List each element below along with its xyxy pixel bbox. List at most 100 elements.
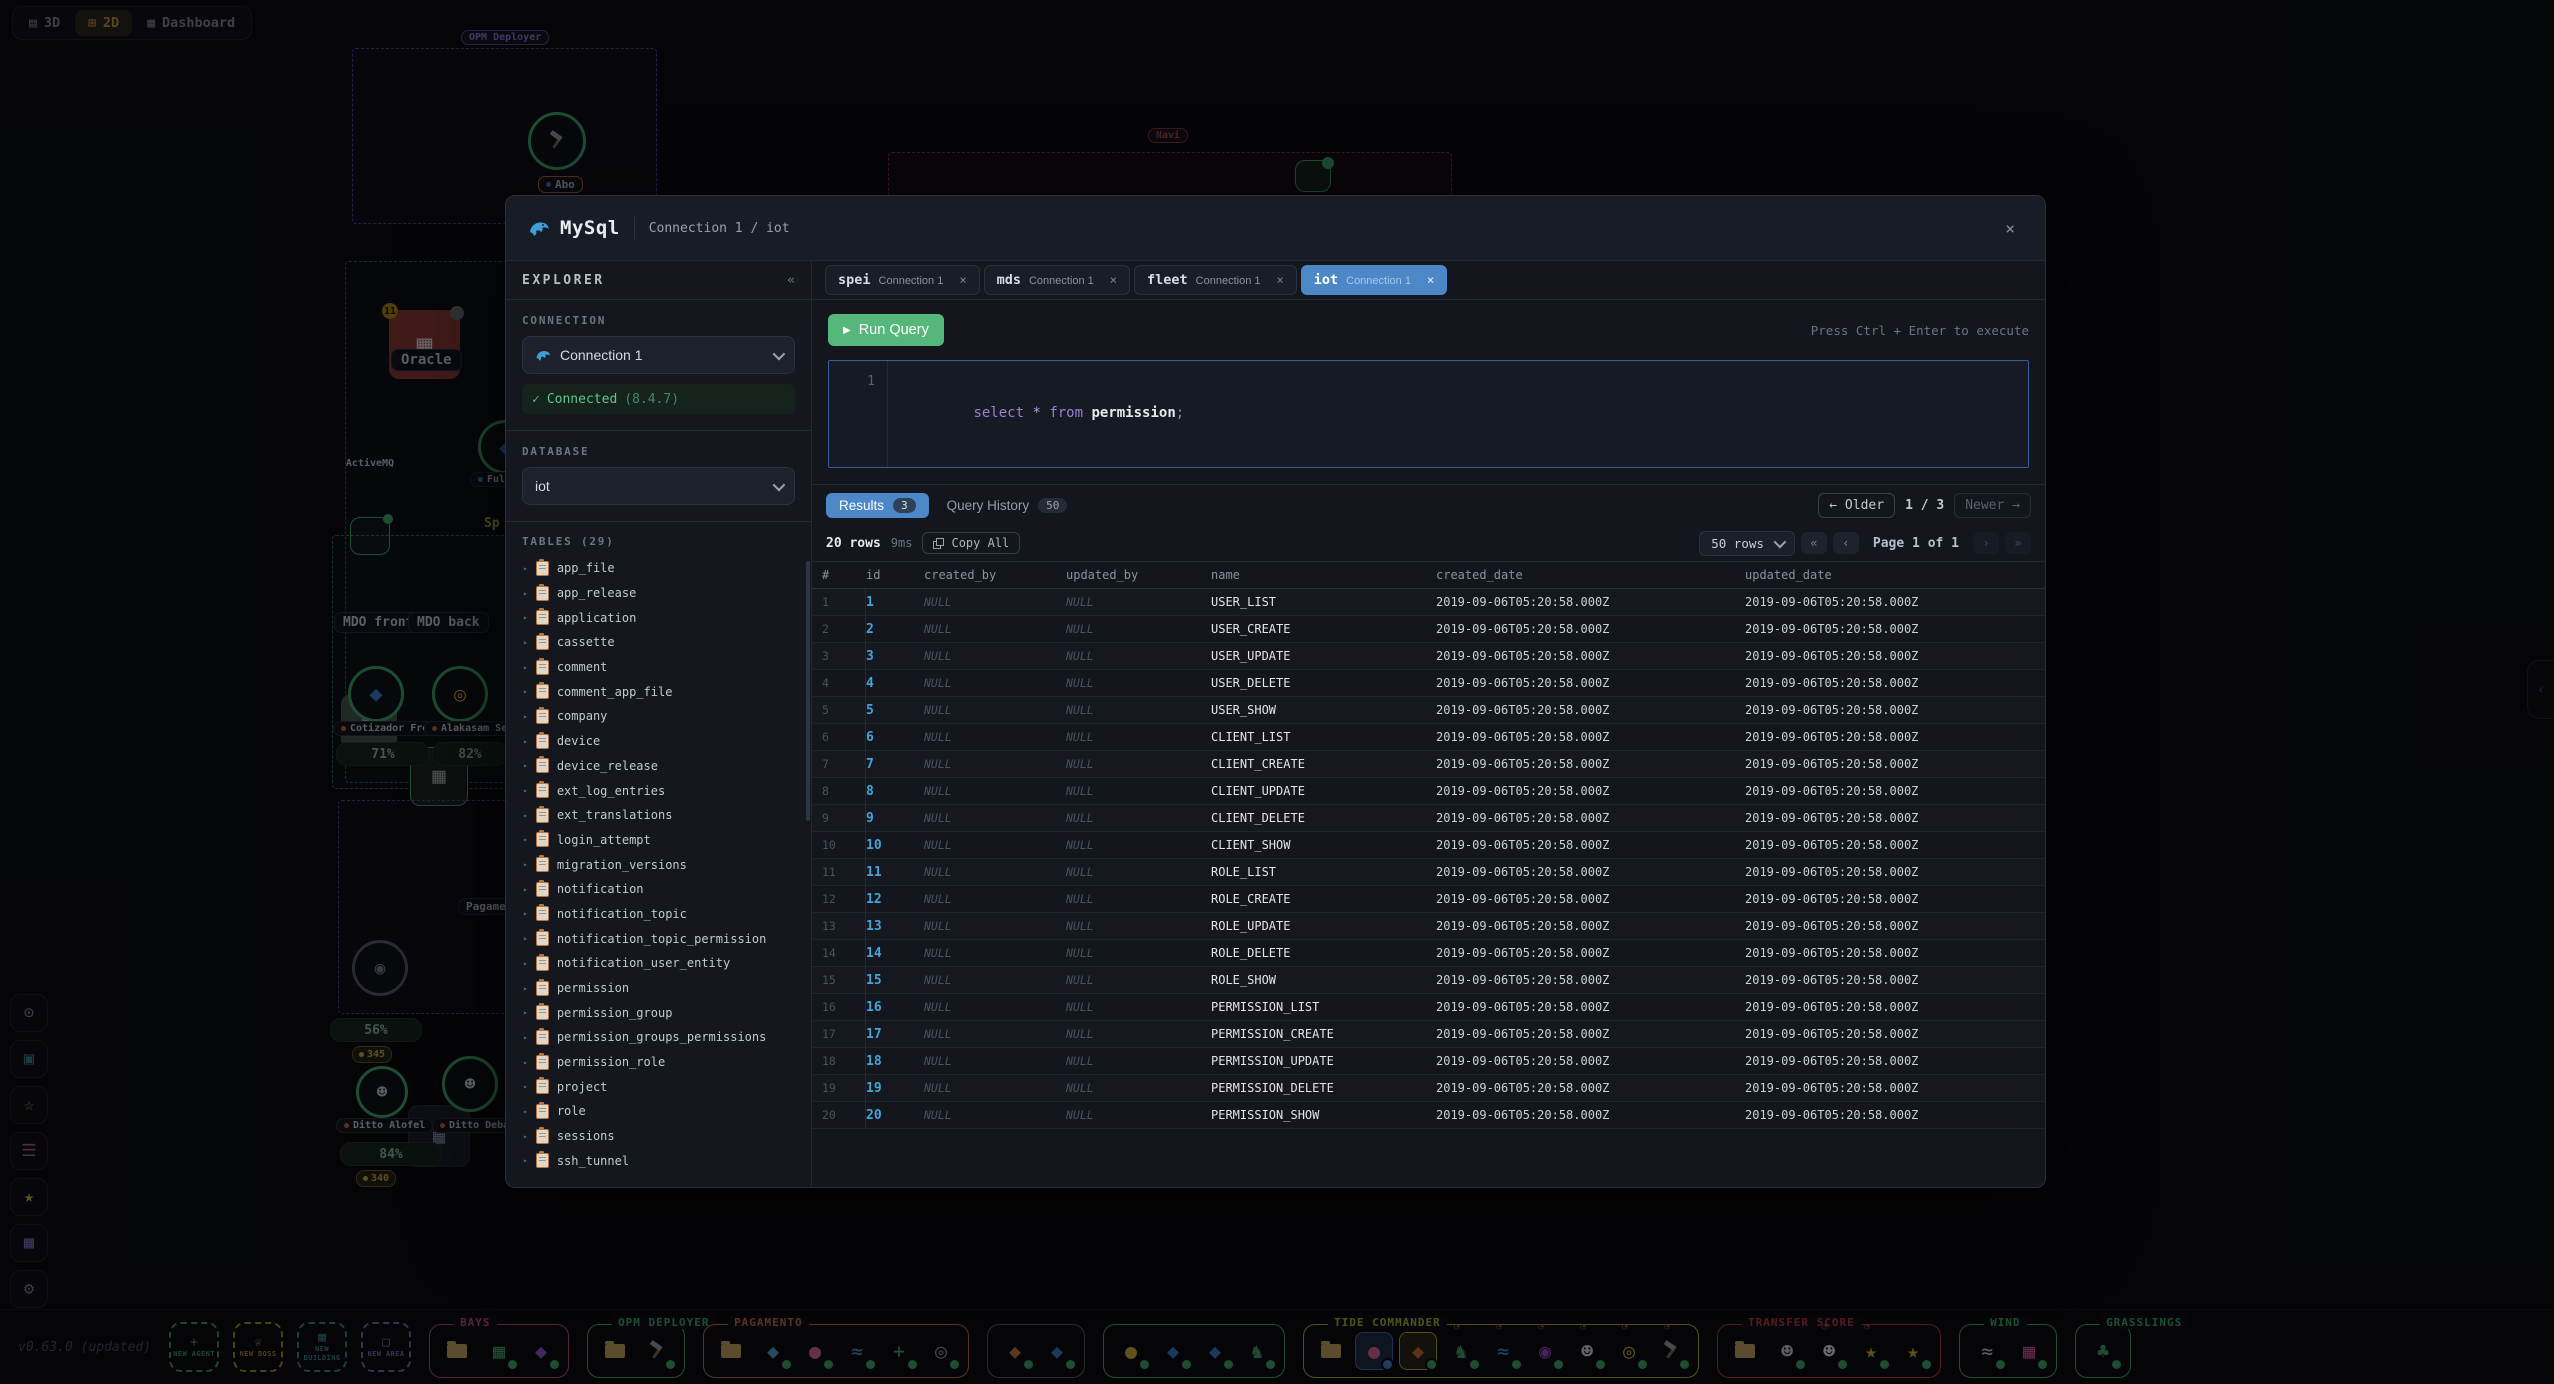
caret-right-icon[interactable]: ▸	[523, 712, 528, 721]
caret-right-icon[interactable]: ▸	[523, 1107, 528, 1116]
database-select[interactable]: iot	[522, 467, 795, 505]
taskbar-tile-module-icon[interactable]: ▦	[481, 1333, 517, 1369]
last-page-button[interactable]: »	[2005, 532, 2031, 554]
new-entity-button[interactable]: + NEW AGENT	[169, 1322, 219, 1372]
new-entity-button[interactable]: ♕ NEW BOSS	[233, 1322, 283, 1372]
close-tab-icon[interactable]: ×	[1110, 273, 1117, 287]
taskbar-tile-candy-icon[interactable]: ●	[1355, 1332, 1393, 1370]
caret-right-icon[interactable]: ▸	[523, 1082, 528, 1091]
caret-right-icon[interactable]: ▸	[523, 811, 528, 820]
strip-button[interactable]: ☰	[10, 1132, 48, 1170]
caret-right-icon[interactable]: ▸	[523, 589, 528, 598]
table-list-item[interactable]: ▸ notification_topic_permission	[506, 926, 811, 951]
caret-right-icon[interactable]: ▸	[523, 934, 528, 943]
query-history-tab[interactable]: Query History 50	[947, 498, 1068, 513]
taskbar-tile-folder-icon[interactable]	[713, 1333, 749, 1369]
table-list-item[interactable]: ▸ ext_log_entries	[506, 778, 811, 803]
taskbar-tile-folder-icon[interactable]	[439, 1333, 475, 1369]
view-2d-button[interactable]: ⊞ 2D	[75, 10, 132, 36]
taskbar-tile-magnifier-icon[interactable]: ◎	[923, 1333, 959, 1369]
first-page-button[interactable]: «	[1801, 532, 1827, 554]
taskbar-tile-folder-icon[interactable]	[1313, 1333, 1349, 1369]
table-list-item[interactable]: ▸ login_attempt	[506, 828, 811, 853]
page-size-select[interactable]: 50 rows	[1699, 531, 1795, 556]
caret-right-icon[interactable]: ▸	[523, 860, 528, 869]
strip-button[interactable]: ⚙	[10, 1270, 48, 1308]
table-list-item[interactable]: ▸ permission_role	[506, 1050, 811, 1075]
taskbar-tile-star-icon[interactable]: ★	[1895, 1333, 1931, 1369]
caret-right-icon[interactable]: ▸	[523, 909, 528, 918]
taskbar-tile-wind-icon[interactable]: ≈	[1969, 1333, 2005, 1369]
query-tab[interactable]: iot Connection 1 ×	[1301, 265, 1447, 295]
strip-button[interactable]: ☆	[10, 1086, 48, 1124]
taskbar-tile-diamond-icon[interactable]: ◆	[1039, 1333, 1075, 1369]
taskbar-tile-panda-icon[interactable]: ☻	[1769, 1333, 1805, 1369]
taskbar-tile-pink-module-icon[interactable]: ▦	[2011, 1333, 2047, 1369]
newer-button[interactable]: Newer →	[1954, 493, 2031, 518]
dashboard-button[interactable]: ▦ Dashboard	[134, 10, 248, 36]
taskbar-tile-grass-icon[interactable]: ♣	[2085, 1333, 2121, 1369]
sidebar-scrollbar[interactable]	[806, 561, 810, 821]
caret-right-icon[interactable]: ▸	[523, 959, 528, 968]
caret-right-icon[interactable]: ▸	[523, 1132, 528, 1141]
table-list-item[interactable]: ▸ sessions	[506, 1124, 811, 1149]
taskbar-tile-coin-icon[interactable]: ●	[1113, 1333, 1149, 1369]
table-list-item[interactable]: ▸ permission_group	[506, 1000, 811, 1025]
close-tab-icon[interactable]: ×	[1277, 273, 1284, 287]
taskbar-tile-monocle-icon[interactable]: ◎◔	[1611, 1333, 1647, 1369]
caret-right-icon[interactable]: ▸	[523, 613, 528, 622]
caret-right-icon[interactable]: ▸	[523, 737, 528, 746]
taskbar-tile-dragon-icon[interactable]: ♞◔	[1443, 1333, 1479, 1369]
strip-button[interactable]: ▦	[10, 1224, 48, 1262]
taskbar-tile-flower-icon[interactable]: ●	[797, 1333, 833, 1369]
taskbar-tile-wave-icon[interactable]: ≈◔	[1485, 1333, 1521, 1369]
run-query-button[interactable]: ▶ Run Query	[828, 314, 944, 346]
table-list-item[interactable]: ▸ migration_versions	[506, 852, 811, 877]
panel-collapse-handle[interactable]: ‹	[2527, 660, 2554, 719]
new-entity-button[interactable]: ▦ NEW BUILDING	[297, 1322, 347, 1372]
taskbar-tile-folder-icon[interactable]	[597, 1333, 633, 1369]
taskbar-tile-folder-icon[interactable]	[1727, 1333, 1763, 1369]
taskbar-tile-ghost-icon[interactable]: ☻◔	[1569, 1333, 1605, 1369]
table-list-item[interactable]: ▸ permission_groups_permissions	[506, 1025, 811, 1050]
copy-all-button[interactable]: Copy All	[922, 532, 1020, 554]
collapse-sidebar-icon[interactable]: «	[787, 273, 795, 288]
table-list-item[interactable]: ▸ project	[506, 1074, 811, 1099]
table-list-item[interactable]: ▸ company	[506, 704, 811, 729]
taskbar-tile-wave-icon[interactable]: ≈	[839, 1333, 875, 1369]
caret-right-icon[interactable]: ▸	[523, 687, 528, 696]
new-entity-button[interactable]: □ NEW AREA	[361, 1322, 411, 1372]
table-list-item[interactable]: ▸ comment	[506, 655, 811, 680]
caret-right-icon[interactable]: ▸	[523, 663, 528, 672]
table-list-item[interactable]: ▸ permission	[506, 976, 811, 1001]
taskbar-tile-diamond-icon[interactable]: ◆	[1155, 1333, 1191, 1369]
table-list-item[interactable]: ▸ notification_user_entity	[506, 951, 811, 976]
caret-right-icon[interactable]: ▸	[523, 564, 528, 573]
taskbar-tile-butterfly-icon[interactable]: ◆	[755, 1333, 791, 1369]
table-list-item[interactable]: ▸ notification	[506, 877, 811, 902]
sql-editor[interactable]: 1 select * from permission;	[828, 360, 2029, 468]
query-tab[interactable]: mds Connection 1 ×	[984, 265, 1130, 295]
query-tab[interactable]: fleet Connection 1 ×	[1134, 265, 1297, 295]
caret-right-icon[interactable]: ▸	[523, 1008, 528, 1017]
prev-page-button[interactable]: ‹	[1833, 532, 1859, 554]
query-tab[interactable]: spei Connection 1 ×	[825, 265, 980, 295]
close-icon[interactable]: ×	[1997, 215, 2023, 242]
taskbar-tile-plus-icon[interactable]: +	[881, 1333, 917, 1369]
table-list-item[interactable]: ▸ ssh_tunnel	[506, 1149, 811, 1174]
close-tab-icon[interactable]: ×	[1427, 273, 1434, 287]
strip-button[interactable]: ▣	[10, 1040, 48, 1078]
caret-right-icon[interactable]: ▸	[523, 835, 528, 844]
results-tab[interactable]: Results 3	[826, 493, 929, 518]
connection-select[interactable]: Connection 1	[522, 336, 795, 374]
taskbar-tile-star-icon[interactable]: ★◔	[1853, 1333, 1889, 1369]
next-page-button[interactable]: ›	[1973, 532, 1999, 554]
caret-right-icon[interactable]: ▸	[523, 761, 528, 770]
close-tab-icon[interactable]: ×	[959, 273, 966, 287]
strip-button[interactable]: ⊙	[10, 994, 48, 1032]
table-list-item[interactable]: ▸ app_file	[506, 556, 811, 581]
view-3d-button[interactable]: ▤ 3D	[16, 10, 73, 36]
table-list-item[interactable]: ▸ ext_translations	[506, 803, 811, 828]
table-list-item[interactable]: ▸ application	[506, 605, 811, 630]
strip-button[interactable]: ★	[10, 1178, 48, 1216]
